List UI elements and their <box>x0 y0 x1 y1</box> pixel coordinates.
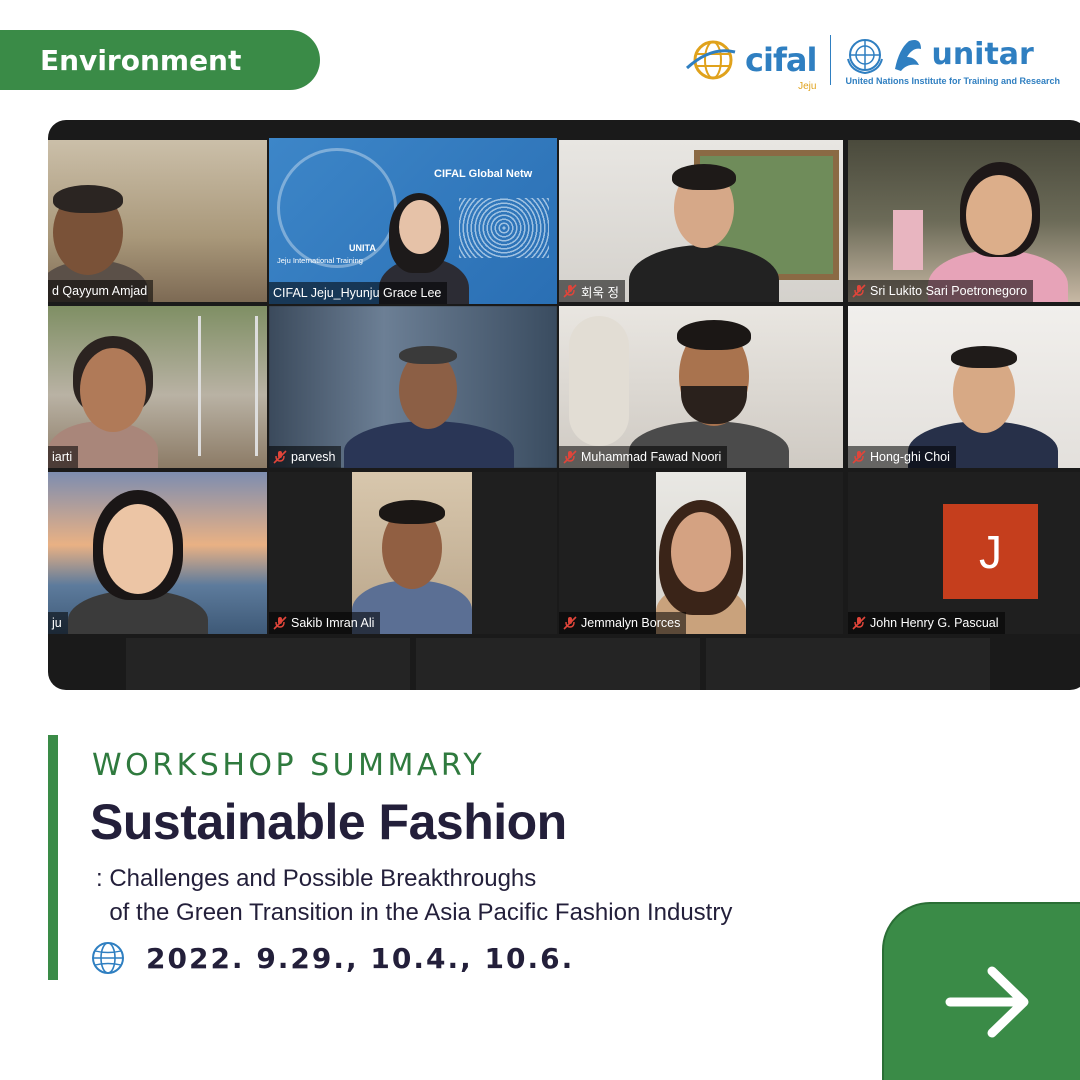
page-subtitle: : Challenges and Possible Breakthroughs … <box>96 865 733 926</box>
participant-tile[interactable]: ju <box>48 472 267 634</box>
slide-text: Jeju International Training <box>277 256 363 265</box>
participant-tile[interactable]: Jemmalyn Borces <box>559 472 843 634</box>
date-row: 2022. 9.29., 10.4., 10.6. <box>90 940 574 976</box>
mic-muted-icon <box>563 616 577 630</box>
mic-muted-icon <box>563 450 577 464</box>
participant-tile[interactable]: 회욱 정 <box>559 140 843 302</box>
toolbar-slot <box>126 638 410 690</box>
participant-name-tag: d Qayyum Amjad <box>48 280 154 302</box>
partner-logos: cifal Jeju unitar United Nations Institu… <box>685 30 1060 92</box>
participant-name-tag: Sakib Imran Ali <box>269 612 381 634</box>
slide-text: CIFAL Global Netw <box>434 168 533 180</box>
next-button[interactable] <box>882 902 1080 1080</box>
cifal-wordmark: cifal <box>745 41 817 79</box>
video-meeting-window: d Qayyum Amjad CIFAL Global Netw UNITA J… <box>48 120 1080 690</box>
participant-name-tag: parvesh <box>269 446 342 468</box>
unitar-tagline: United Nations Institute for Training an… <box>845 75 1060 86</box>
toolbar-slot <box>706 638 990 690</box>
cifal-sub: Jeju <box>798 81 817 92</box>
cifal-logo: cifal Jeju <box>685 38 817 92</box>
globe-icon <box>92 942 124 974</box>
participant-name-tag: Sri Lukito Sari Poetronegoro <box>848 280 1034 302</box>
participant-name-tag: John Henry G. Pascual <box>848 612 1005 634</box>
mic-muted-icon <box>852 616 866 630</box>
participant-name-tag: Jemmalyn Borces <box>559 612 687 634</box>
cifal-globe-icon <box>686 40 736 80</box>
participant-name-tag: ju <box>48 612 68 634</box>
avatar: J <box>943 504 1038 599</box>
mic-muted-icon <box>563 284 577 298</box>
participant-tile[interactable]: Muhammad Fawad Noori <box>559 306 843 468</box>
unitar-bird-icon <box>895 39 922 71</box>
participant-tile[interactable]: parvesh <box>269 306 557 468</box>
toolbar-slot <box>416 638 700 690</box>
unitar-logo: unitar United Nations Institute for Trai… <box>845 35 1060 86</box>
participant-name-tag: iarti <box>48 446 79 468</box>
participant-name-tag: Hong-ghi Choi <box>848 446 956 468</box>
arrow-right-icon <box>945 966 1029 1038</box>
category-label: Environment <box>40 43 242 77</box>
accent-bar <box>48 735 58 980</box>
section-eyebrow: WORKSHOP SUMMARY <box>92 748 486 783</box>
mic-muted-icon <box>273 616 287 630</box>
participant-name-tag: 회욱 정 <box>559 280 625 302</box>
participant-tile[interactable]: J John Henry G. Pascual <box>848 472 1080 634</box>
participant-tile[interactable]: Sakib Imran Ali <box>269 472 557 634</box>
event-dates: 2022. 9.29., 10.4., 10.6. <box>146 941 575 975</box>
participant-tile-active-speaker[interactable]: CIFAL Global Netw UNITA Jeju Internation… <box>269 138 557 304</box>
mic-muted-icon <box>852 450 866 464</box>
participant-tile[interactable]: Sri Lukito Sari Poetronegoro <box>848 140 1080 302</box>
logo-divider <box>830 35 832 85</box>
slide-text: UNITA <box>349 243 376 253</box>
un-emblem-icon <box>847 38 884 74</box>
participant-name-tag: Muhammad Fawad Noori <box>559 446 728 468</box>
page-title: Sustainable Fashion <box>90 794 567 850</box>
participant-tile[interactable]: d Qayyum Amjad <box>48 140 267 302</box>
participant-name-tag: CIFAL Jeju_Hyunju Grace Lee <box>269 282 448 304</box>
mic-muted-icon <box>852 284 866 298</box>
mic-muted-icon <box>273 450 287 464</box>
participant-tile[interactable]: Hong-ghi Choi <box>848 306 1080 468</box>
category-pill: Environment <box>0 30 320 90</box>
participant-tile[interactable]: iarti <box>48 306 267 468</box>
unitar-wordmark: unitar <box>931 37 1034 72</box>
